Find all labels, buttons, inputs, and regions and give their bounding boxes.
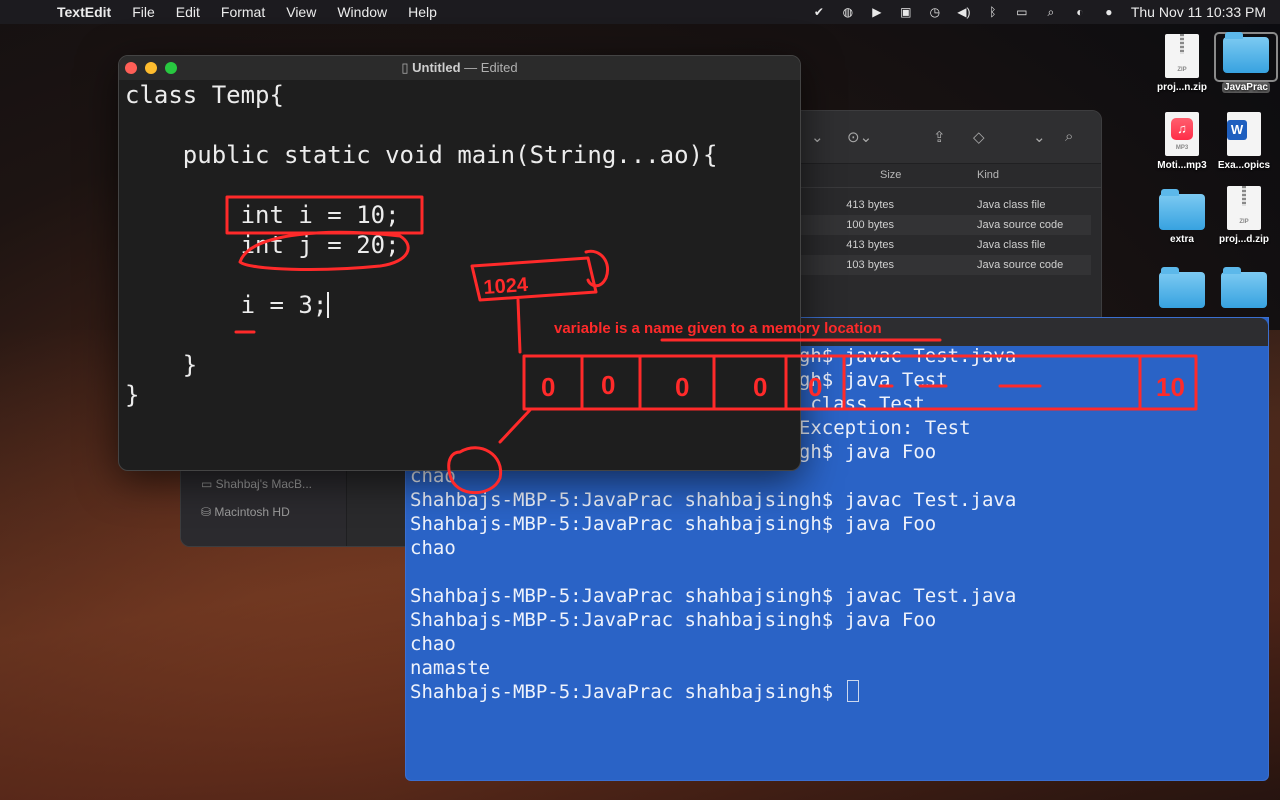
- textedit-titlebar[interactable]: ▯ Untitled — Edited: [119, 56, 800, 80]
- desktop-icon-zip[interactable]: ZIP proj...n.zip: [1150, 34, 1214, 93]
- code-line: class Temp{: [125, 81, 284, 109]
- play-icon[interactable]: ▶: [869, 5, 885, 19]
- code-line: int j = 20;: [125, 231, 400, 259]
- terminal-cursor: [846, 680, 859, 702]
- globe-icon[interactable]: ◍: [840, 5, 856, 19]
- selection-frame: [1214, 32, 1278, 82]
- bluetooth-icon[interactable]: ᛒ: [985, 5, 1001, 19]
- file-row[interactable]: 413 bytes Java class file: [801, 195, 1091, 215]
- desktop-icon-mp3[interactable]: ♫ MP3 Moti...mp3: [1150, 112, 1214, 171]
- view-options-icon[interactable]: ⌄: [811, 128, 824, 146]
- column-size[interactable]: Size: [880, 169, 901, 181]
- terminal-line: Shahbajs-MBP-5:JavaPrac shahbajsingh$ ja…: [410, 585, 1017, 607]
- code-line: }: [125, 381, 140, 409]
- folder-icon: [1159, 267, 1205, 308]
- folder-icon: [1221, 267, 1267, 308]
- document-title: Untitled: [412, 60, 461, 75]
- desktop-icon-javaprac[interactable]: JavaPrac: [1214, 32, 1278, 93]
- checkmark-icon[interactable]: ✔: [811, 5, 827, 19]
- text-editor-area[interactable]: class Temp{ public static void main(Stri…: [125, 80, 800, 470]
- time-machine-icon[interactable]: ◷: [927, 5, 943, 19]
- desktop-icon-label: Moti...mp3: [1157, 160, 1207, 171]
- terminal-prompt-line[interactable]: Shahbajs-MBP-5:JavaPrac shahbajsingh$: [410, 680, 1268, 704]
- screen-icon[interactable]: ▣: [898, 5, 914, 19]
- file-row[interactable]: 100 bytes Java source code: [801, 215, 1091, 235]
- desktop-icon-label: proj...d.zip: [1219, 234, 1269, 245]
- menu-window[interactable]: Window: [337, 4, 387, 20]
- desktop-icon-extra[interactable]: extra: [1150, 189, 1214, 245]
- menu-help[interactable]: Help: [408, 4, 437, 20]
- folder-icon: [1159, 189, 1205, 230]
- volume-icon[interactable]: ◀): [956, 5, 972, 19]
- terminal-line: Shahbajs-MBP-5:JavaPrac shahbajsingh$ ja…: [410, 609, 937, 631]
- desktop-icon-folder-3[interactable]: [1150, 267, 1214, 312]
- more-icon[interactable]: ⊙⌄: [847, 128, 872, 146]
- search-icon[interactable]: ⌕: [1043, 5, 1059, 19]
- document-icon: ▯: [401, 60, 409, 75]
- tag-icon[interactable]: ◇: [973, 128, 985, 146]
- terminal-line: chao: [410, 537, 456, 559]
- chevron-down-icon[interactable]: ⌄: [1033, 128, 1046, 146]
- status-area: ✔ ◍ ▶ ▣ ◷ ◀) ᛒ ▭ ⌕ ◐ ● Thu Nov 11 10:33 …: [798, 0, 1266, 24]
- terminal-prompt: Shahbajs-MBP-5:JavaPrac shahbajsingh$: [410, 681, 845, 703]
- sidebar-item-computer[interactable]: ▭ Shahbaj's MacB...: [201, 477, 312, 491]
- menu-edit[interactable]: Edit: [176, 4, 200, 20]
- desktop-icon-label: Exa...opics: [1217, 160, 1271, 171]
- code-text: i = 3;: [125, 291, 328, 319]
- desktop-icon-label: proj...n.zip: [1157, 82, 1207, 93]
- siri-icon[interactable]: ●: [1101, 5, 1117, 19]
- code-line: int i = 10;: [125, 201, 400, 229]
- terminal-line: chao: [410, 633, 456, 655]
- terminal-line: namaste: [410, 657, 491, 679]
- text-caret: [327, 292, 330, 318]
- menu-file[interactable]: File: [132, 4, 155, 20]
- column-kind[interactable]: Kind: [977, 169, 999, 181]
- sidebar-item-macintosh-hd[interactable]: ⛁ Macintosh HD: [201, 505, 290, 519]
- file-row[interactable]: 103 bytes Java source code: [801, 255, 1091, 275]
- file-row[interactable]: 413 bytes Java class file: [801, 235, 1091, 255]
- folder-icon: [1223, 32, 1269, 73]
- share-icon[interactable]: ⇪: [933, 128, 946, 146]
- document-status: — Edited: [464, 60, 518, 75]
- desktop-icon-label: extra: [1170, 234, 1194, 245]
- zip-file-icon: ZIP: [1227, 186, 1261, 230]
- zip-file-icon: ZIP: [1165, 34, 1199, 78]
- menu-bar: TextEdit File Edit Format View Window He…: [0, 0, 1280, 24]
- menu-view[interactable]: View: [286, 4, 316, 20]
- annotation-caption: variable is a name given to a memory loc…: [554, 320, 882, 337]
- menu-app-name[interactable]: TextEdit: [57, 4, 111, 20]
- battery-icon[interactable]: ▭: [1014, 5, 1030, 19]
- desktop-icon-folder-4[interactable]: [1212, 267, 1276, 312]
- word-file-icon: W: [1227, 112, 1261, 156]
- music-file-icon: ♫ MP3: [1165, 112, 1199, 156]
- window-title: ▯ Untitled — Edited: [119, 60, 800, 76]
- menu-clock[interactable]: Thu Nov 11 10:33 PM: [1131, 4, 1266, 20]
- search-icon[interactable]: ⌕: [1065, 128, 1073, 145]
- menu-format[interactable]: Format: [221, 4, 265, 20]
- desktop-icon-word[interactable]: W Exa...opics: [1212, 112, 1276, 171]
- control-center-icon[interactable]: ◐: [1072, 5, 1088, 19]
- code-line-caret: i = 3;: [125, 290, 800, 320]
- terminal-line: Shahbajs-MBP-5:JavaPrac shahbajsingh$ ja…: [410, 513, 937, 535]
- desktop-icon-label: JavaPrac: [1222, 82, 1270, 93]
- terminal-line: Shahbajs-MBP-5:JavaPrac shahbajsingh$ ja…: [410, 489, 1017, 511]
- textedit-window[interactable]: ▯ Untitled — Edited class Temp{ public s…: [118, 55, 801, 471]
- code-line: public static void main(String...ao){: [125, 141, 718, 169]
- desktop-icon-zip-2[interactable]: ZIP proj...d.zip: [1212, 186, 1276, 245]
- code-line: }: [125, 351, 198, 379]
